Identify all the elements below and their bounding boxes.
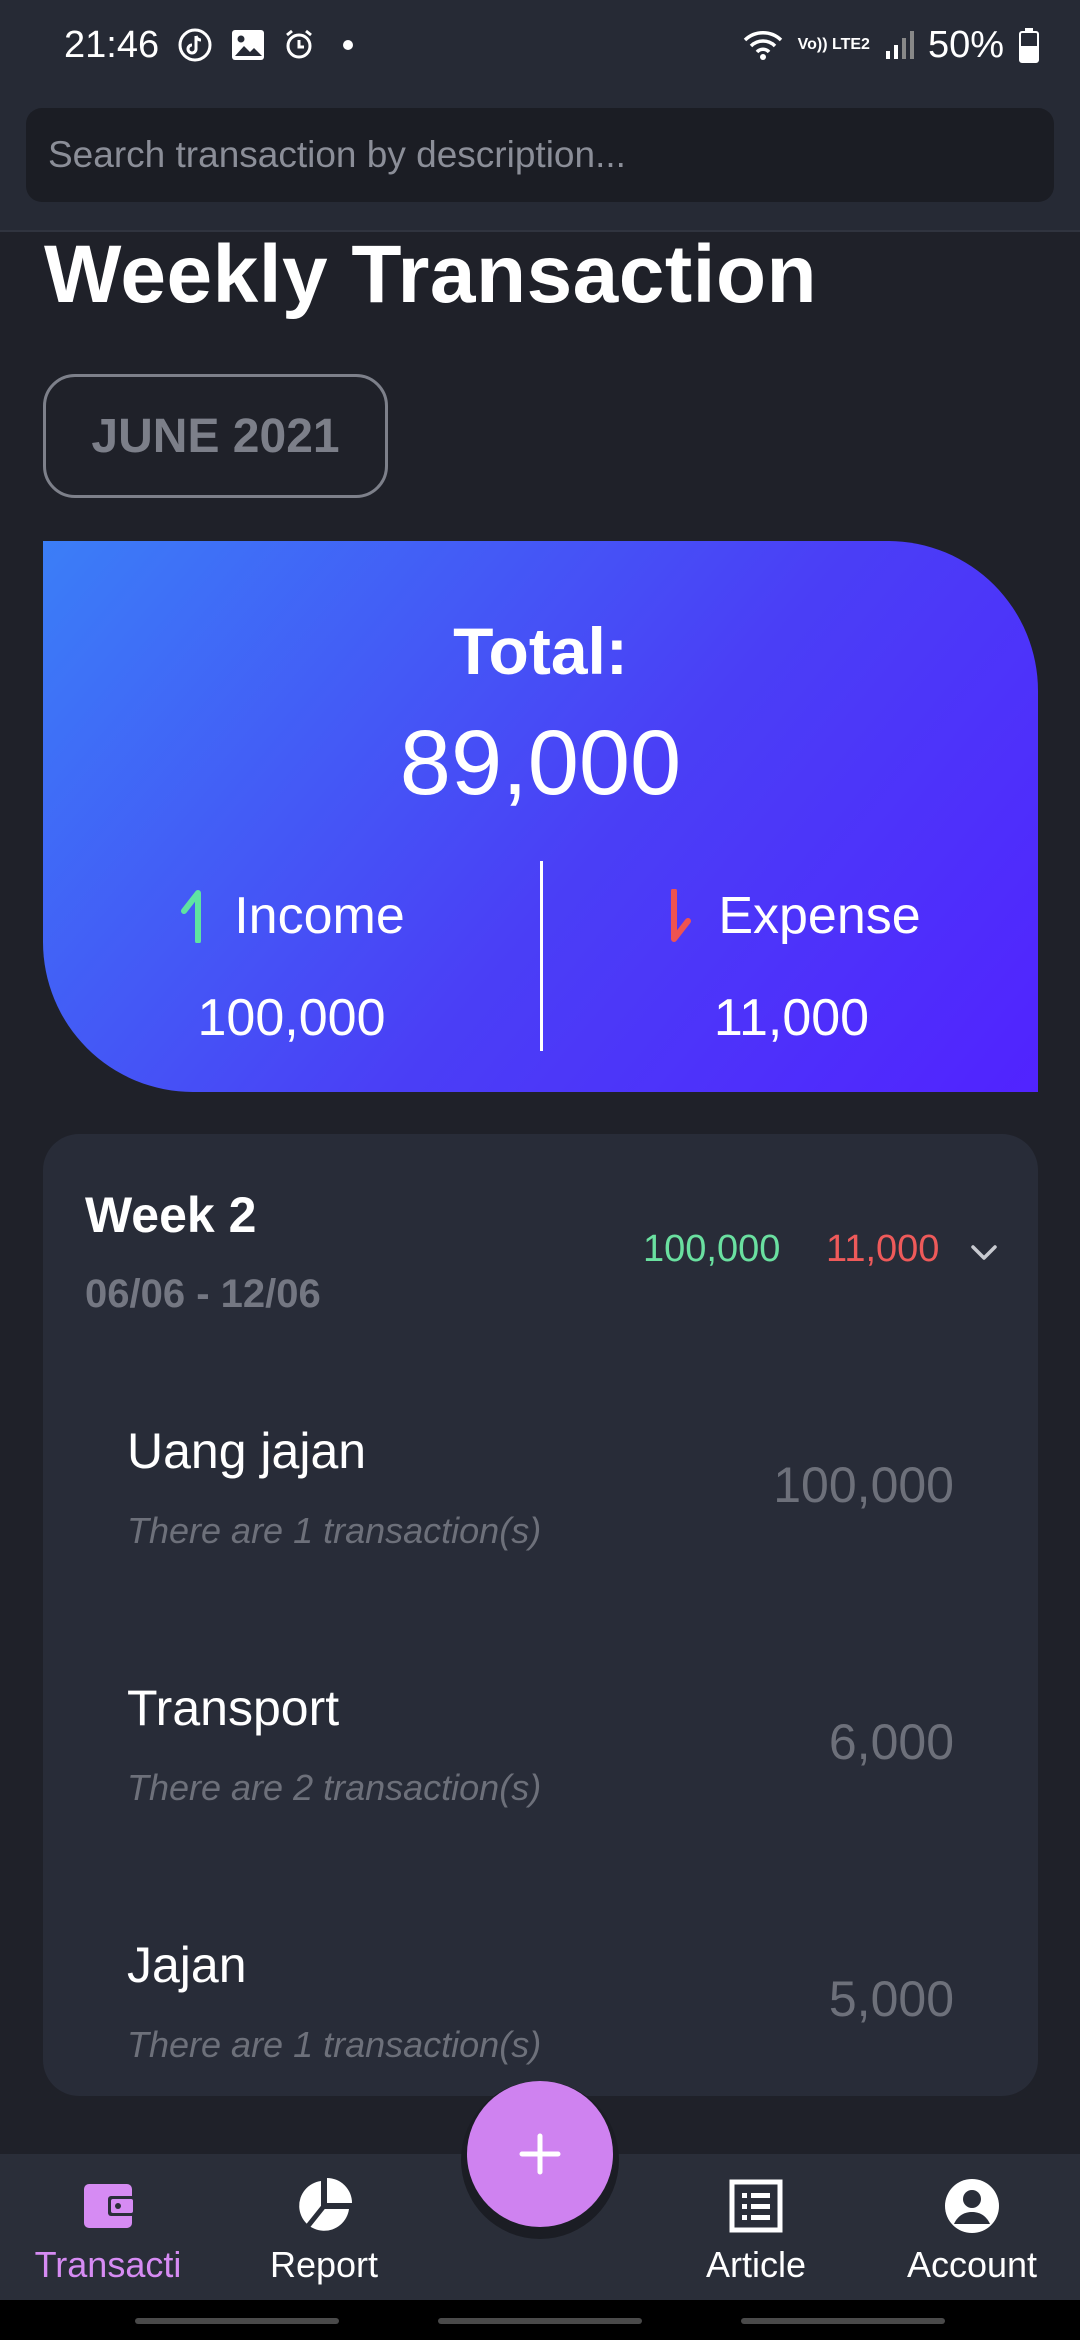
list-item[interactable]: Uang jajan There are 1 transaction(s) 10… bbox=[43, 1422, 1038, 1662]
signal-icon bbox=[884, 29, 914, 61]
week-date-range: 06/06 - 12/06 bbox=[85, 1272, 321, 1316]
expense-label: Expense bbox=[718, 887, 921, 945]
transaction-amount: 5,000 bbox=[828, 1971, 954, 2027]
expense-arrow-icon bbox=[671, 889, 692, 942]
income-value: 100,000 bbox=[197, 989, 386, 1047]
transaction-amount: 100,000 bbox=[773, 1457, 954, 1513]
transaction-count: There are 1 transaction(s) bbox=[127, 2024, 542, 2065]
nav-label-transaction: Transacti bbox=[34, 2244, 182, 2285]
gallery-notification-icon bbox=[231, 29, 265, 61]
nav-item-transaction[interactable]: Transacti bbox=[0, 2154, 216, 2300]
search-header bbox=[0, 90, 1080, 232]
nav-item-report[interactable]: Report bbox=[216, 2154, 432, 2300]
income-label: Income bbox=[234, 887, 405, 945]
nav-item-article[interactable]: Article bbox=[648, 2154, 864, 2300]
expense-value: 11,000 bbox=[713, 989, 870, 1047]
account-icon bbox=[945, 2179, 999, 2233]
search-input[interactable] bbox=[26, 108, 1054, 202]
week-card: Week 2 06/06 - 12/06 100,000 11,000 Uang… bbox=[43, 1134, 1038, 2096]
income-summary: Income 100,000 bbox=[43, 886, 540, 1048]
nav-label-account: Account bbox=[906, 2244, 1038, 2285]
list-item[interactable]: Transport There are 2 transaction(s) 6,0… bbox=[43, 1679, 1038, 1919]
income-arrow-icon bbox=[181, 890, 202, 943]
transaction-category: Jajan bbox=[127, 1937, 247, 1993]
summary-card: Total: 89,000 Income 100,000 Expense 11,… bbox=[43, 541, 1038, 1092]
transaction-amount: 6,000 bbox=[828, 1714, 954, 1770]
pie-chart-icon bbox=[299, 2178, 352, 2231]
gesture-home[interactable] bbox=[438, 2318, 642, 2324]
week-title: Week 2 bbox=[85, 1187, 257, 1243]
article-icon bbox=[729, 2179, 783, 2233]
more-notifications-dot bbox=[343, 40, 354, 50]
total-value: 89,000 bbox=[399, 712, 682, 814]
transaction-category: Uang jajan bbox=[127, 1423, 367, 1479]
alarm-icon bbox=[283, 29, 315, 61]
wifi-icon bbox=[742, 28, 784, 62]
total-label: Total: bbox=[453, 614, 628, 688]
week-expense: 11,000 bbox=[826, 1228, 940, 1270]
status-time: 21:46 bbox=[64, 23, 160, 66]
status-left: 21:46 bbox=[64, 23, 354, 67]
add-transaction-button[interactable] bbox=[467, 2081, 613, 2227]
status-bar: 21:46 Vo)) LTE2 50% bbox=[0, 0, 1080, 90]
status-right: Vo)) LTE2 50% bbox=[742, 24, 1040, 67]
transaction-count: There are 2 transaction(s) bbox=[127, 1767, 542, 1808]
nav-label-report: Report bbox=[269, 2244, 379, 2285]
gesture-bar bbox=[0, 2300, 1080, 2340]
nav-item-account[interactable]: Account bbox=[864, 2154, 1080, 2300]
week-income: 100,000 bbox=[643, 1228, 781, 1270]
gesture-back[interactable] bbox=[741, 2318, 945, 2324]
transaction-category: Transport bbox=[127, 1680, 340, 1736]
gesture-recents[interactable] bbox=[135, 2318, 339, 2324]
month-picker-button[interactable]: JUNE 2021 bbox=[43, 374, 388, 498]
transaction-count: There are 1 transaction(s) bbox=[127, 1510, 542, 1551]
plus-icon bbox=[519, 2133, 561, 2175]
nav-label-article: Article bbox=[705, 2244, 807, 2285]
battery-percent: 50% bbox=[927, 23, 1004, 66]
tiktok-notification-icon bbox=[177, 27, 213, 63]
wallet-icon bbox=[84, 2184, 136, 2228]
battery-icon bbox=[1018, 27, 1040, 63]
network-type: Vo)) LTE2 bbox=[797, 36, 870, 53]
page-title: Weekly Transaction bbox=[44, 229, 818, 320]
expense-summary: Expense 11,000 bbox=[543, 886, 1040, 1048]
chevron-down-icon[interactable] bbox=[969, 1237, 999, 1267]
